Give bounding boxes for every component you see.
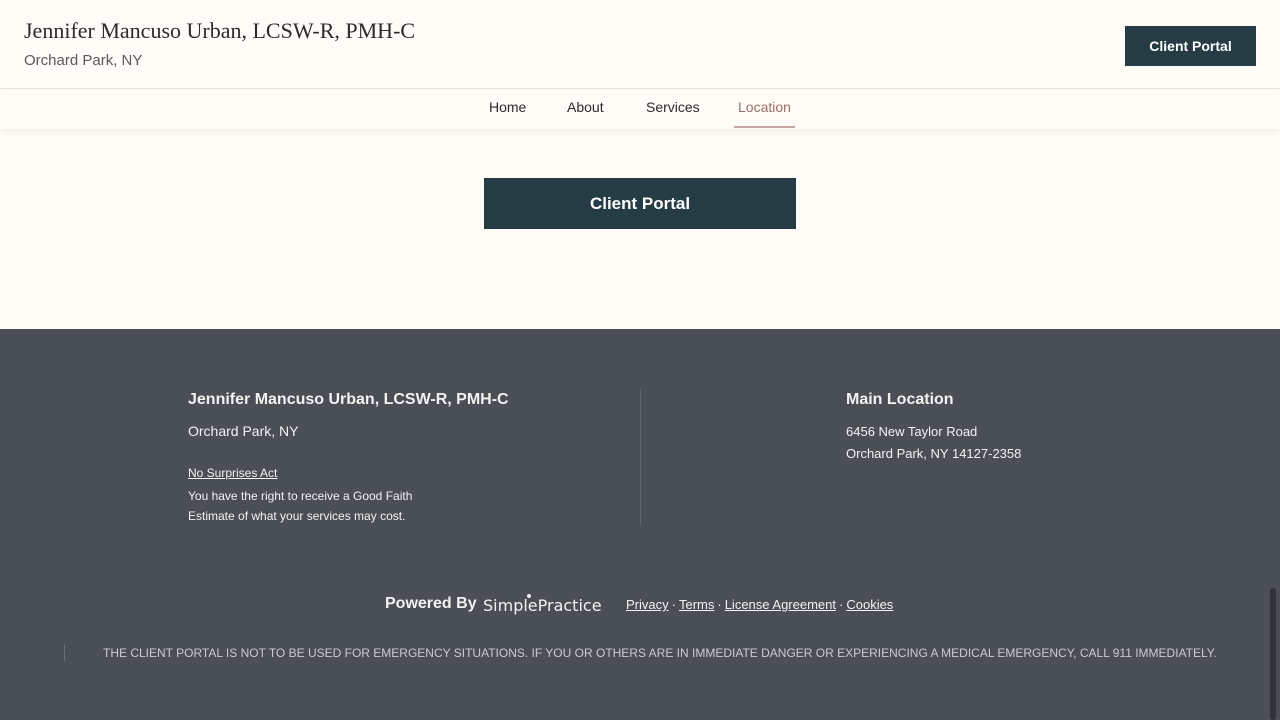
main-nav: Home About Services Location	[0, 89, 1280, 129]
site-location: Orchard Park, NY	[24, 52, 143, 69]
privacy-link[interactable]: Privacy	[626, 597, 669, 612]
site-title[interactable]: Jennifer Mancuso Urban, LCSW-R, PMH-C	[24, 18, 415, 44]
main-client-portal-button[interactable]: Client Portal	[484, 178, 796, 229]
nav-item-about[interactable]: About	[567, 99, 604, 115]
simplepractice-logo[interactable]: SimplePractice	[483, 596, 602, 615]
site-footer: Jennifer Mancuso Urban, LCSW-R, PMH-C Or…	[0, 329, 1280, 720]
main-location-heading: Main Location	[846, 391, 954, 408]
footer-divider	[640, 389, 641, 525]
separator: ·	[717, 597, 722, 612]
nav-item-location[interactable]: Location	[738, 99, 791, 115]
footer-location: Orchard Park, NY	[188, 423, 299, 439]
nav-item-services[interactable]: Services	[646, 99, 700, 115]
terms-link[interactable]: Terms	[679, 597, 714, 612]
address-line-1: 6456 New Taylor Road	[846, 424, 978, 439]
site-header: Jennifer Mancuso Urban, LCSW-R, PMH-C Or…	[0, 0, 1280, 89]
client-portal-button[interactable]: Client Portal	[1125, 26, 1256, 66]
cookies-link[interactable]: Cookies	[846, 597, 893, 612]
powered-by-label: Powered By	[385, 595, 477, 612]
footer-left-mark	[64, 645, 65, 661]
separator: ·	[671, 597, 676, 612]
page-scrollbar[interactable]	[1270, 588, 1276, 720]
nav-active-indicator	[734, 126, 795, 128]
license-agreement-link[interactable]: License Agreement	[725, 597, 836, 612]
simplepractice-logo-dot-icon	[527, 594, 531, 598]
emergency-disclaimer: THE CLIENT PORTAL IS NOT TO BE USED FOR …	[103, 646, 1217, 660]
no-surprises-act-link[interactable]: No Surprises Act	[188, 466, 277, 480]
separator: ·	[839, 597, 844, 612]
nav-item-home[interactable]: Home	[489, 99, 526, 115]
footer-practice-name: Jennifer Mancuso Urban, LCSW-R, PMH-C	[188, 391, 509, 408]
legal-links: Privacy · Terms · License Agreement · Cookies	[626, 597, 893, 612]
no-surprises-act-text: You have the right to receive a Good Fai…	[188, 489, 413, 523]
address-line-2: Orchard Park, NY 14127-2358	[846, 446, 1022, 461]
